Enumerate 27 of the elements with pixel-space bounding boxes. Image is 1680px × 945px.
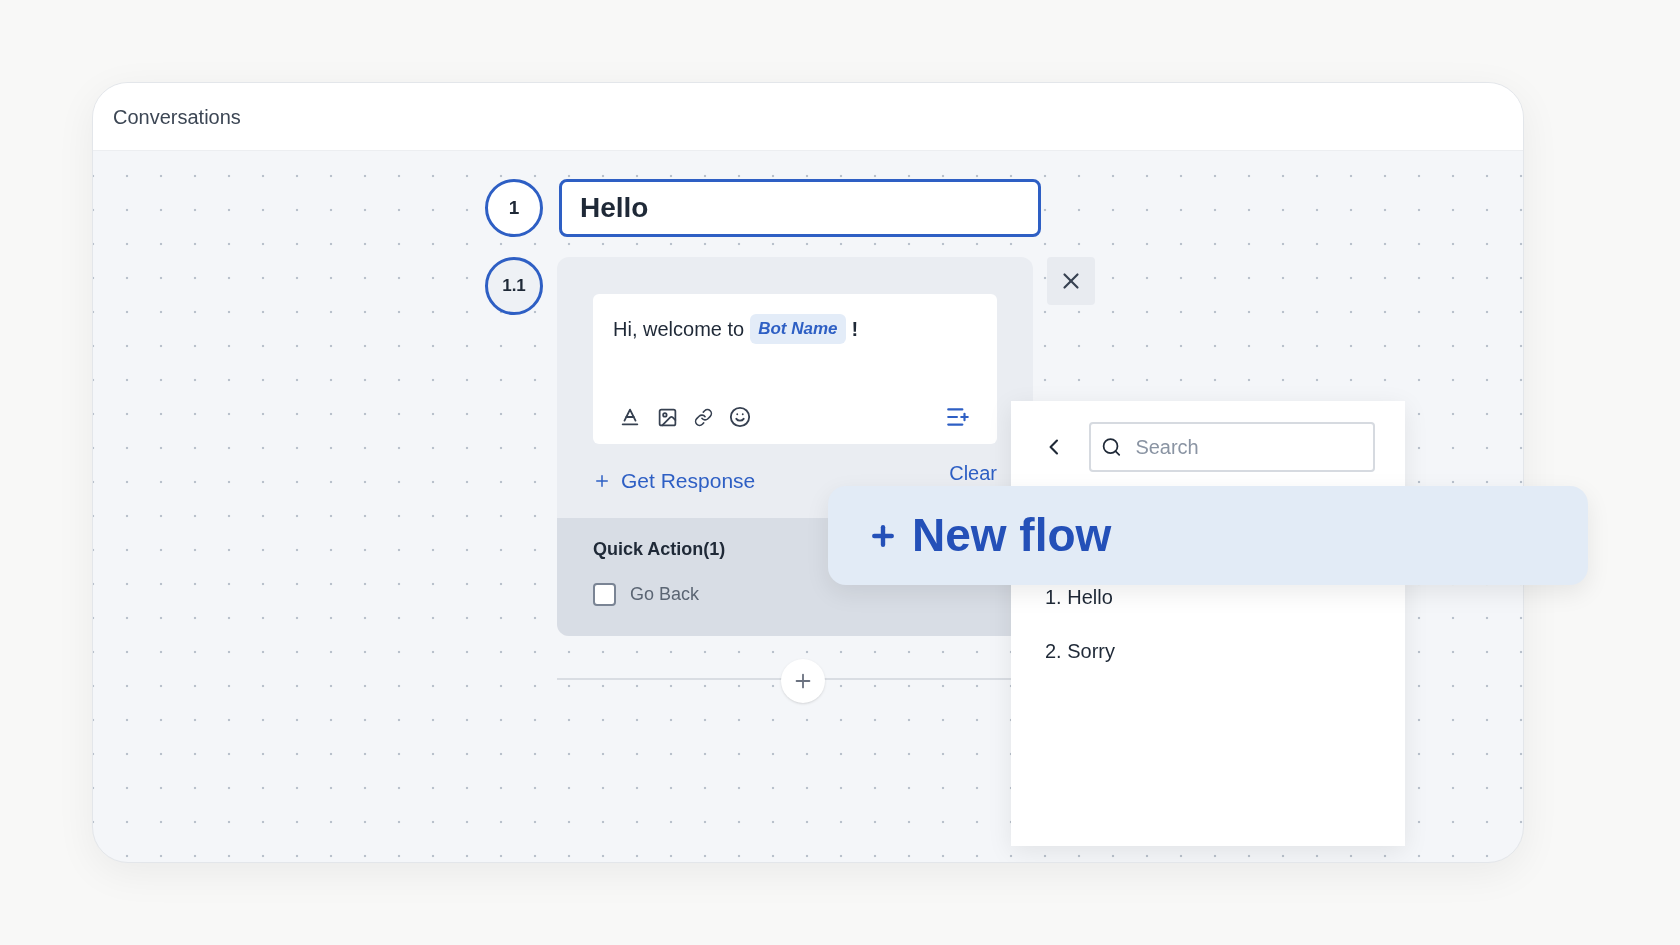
link-icon[interactable] xyxy=(694,407,713,427)
get-response-button[interactable]: Get Response xyxy=(593,465,756,497)
text-format-icon[interactable] xyxy=(619,406,641,428)
section-title: Quick Action(1) xyxy=(593,538,727,561)
step-number: 1.1 xyxy=(485,257,543,315)
add-step-button[interactable] xyxy=(781,659,825,703)
flow-list-item[interactable]: 1. Hello xyxy=(1045,582,1371,612)
checkbox[interactable] xyxy=(593,583,616,606)
checkbox-label: Go Back xyxy=(630,583,700,606)
new-flow-banner[interactable]: New flow xyxy=(828,486,1588,585)
message-text: Hi, welcome to xyxy=(613,317,745,342)
emoji-icon[interactable] xyxy=(729,406,751,428)
window-title: Conversations xyxy=(113,104,241,130)
message-editor[interactable]: Hi, welcome to Bot Name ! xyxy=(593,294,997,444)
clear-button[interactable]: Clear xyxy=(949,462,997,484)
close-button[interactable] xyxy=(1047,257,1095,305)
image-icon[interactable] xyxy=(657,406,678,428)
search-field[interactable]: Search xyxy=(1088,422,1375,472)
search-icon xyxy=(1100,435,1122,459)
plus-icon xyxy=(593,472,611,490)
variable-tag: Bot Name xyxy=(750,314,846,344)
search-input[interactable]: Search xyxy=(1135,432,1363,462)
step-title-field[interactable]: Hello xyxy=(559,179,1041,237)
step-number: 1 xyxy=(485,179,543,237)
message-text: ! xyxy=(851,317,859,342)
banner-label: New flow xyxy=(912,508,1112,563)
flow-list-item[interactable]: 2. Sorry xyxy=(1045,636,1371,666)
